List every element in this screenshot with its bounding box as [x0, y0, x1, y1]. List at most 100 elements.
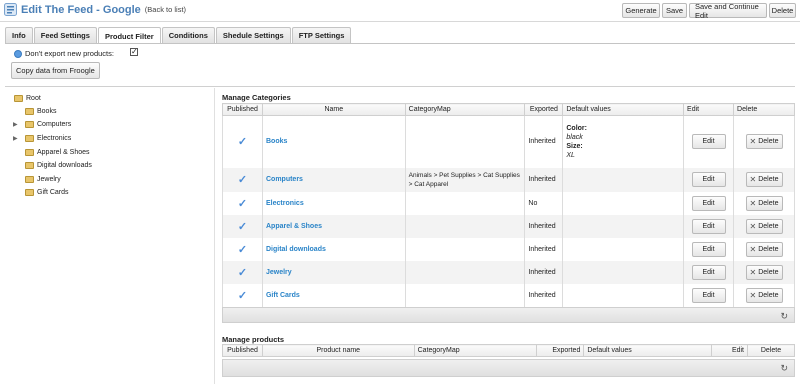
close-icon: ✕: [749, 244, 757, 254]
edit-button[interactable]: Edit: [691, 195, 726, 211]
delete-button[interactable]: ✕ Delete: [745, 134, 783, 150]
delete-cell: ✕ Delete: [733, 191, 795, 215]
exported-cell: No: [524, 191, 564, 215]
col-default-values[interactable]: Default values: [562, 103, 685, 116]
copy-from-froogle-button[interactable]: Copy data from Froogle: [11, 62, 100, 79]
table-row: ✓ Jewelry Inherited Edit ✕ Delete: [222, 260, 795, 284]
category-map-cell: Animals > Pet Supplies > Cat Supplies > …: [404, 167, 526, 192]
category-name-link[interactable]: Books: [261, 115, 406, 168]
edit-cell: Edit: [683, 191, 735, 215]
dont-export-checkbox[interactable]: ✓: [130, 48, 138, 56]
delete-button[interactable]: ✕ Delete: [745, 218, 783, 234]
category-name-link[interactable]: Electronics: [261, 191, 406, 215]
save-and-continue-button[interactable]: Save and Continue Edit: [689, 2, 767, 20]
table-row: ✓ Computers Animals > Pet Supplies > Cat…: [222, 167, 795, 192]
delete-button[interactable]: ✕ Delete: [745, 241, 783, 257]
tree-root[interactable]: Root: [14, 95, 41, 102]
tab-conditions[interactable]: Conditions: [161, 27, 215, 43]
category-name-link[interactable]: Digital downloads: [261, 237, 406, 261]
delete-button[interactable]: ✕ Delete: [745, 172, 783, 187]
table-row: ✓ Digital downloads Inherited Edit ✕ Dele…: [222, 237, 795, 261]
col-default-values[interactable]: Default values: [583, 344, 713, 357]
delete-cell: ✕ Delete: [733, 214, 795, 238]
category-name-link[interactable]: Computers: [261, 167, 406, 192]
tree-root-label: Root: [26, 95, 41, 102]
folder-icon: [25, 108, 34, 115]
delete-button[interactable]: ✕ Delete: [745, 195, 783, 211]
default-values-cell: [562, 214, 685, 238]
expand-arrow-icon[interactable]: ▶: [13, 121, 18, 128]
published-check-icon[interactable]: ✓: [222, 167, 263, 192]
category-name-link[interactable]: Gift Cards: [261, 283, 406, 308]
page-header: Edit The Feed - Google (Back to list) Ge…: [0, 0, 800, 22]
published-check-icon[interactable]: ✓: [222, 260, 263, 284]
save-button[interactable]: Save: [662, 3, 687, 18]
delete-label: Delete: [758, 292, 779, 299]
col-published[interactable]: Published: [222, 103, 263, 116]
refresh-icon[interactable]: ↻: [780, 311, 788, 322]
tree-item-electronics[interactable]: ▶ Electronics: [13, 135, 72, 142]
edit-button[interactable]: Edit: [691, 264, 726, 280]
tab-shedule-settings[interactable]: Shedule Settings: [215, 27, 291, 43]
col-published[interactable]: Published: [222, 344, 263, 357]
edit-button[interactable]: Edit: [691, 218, 726, 234]
table-row: ✓ Gift Cards Inherited Edit ✕ Delete: [222, 283, 795, 308]
delete-cell: ✕ Delete: [733, 115, 795, 168]
close-icon: ✕: [749, 291, 757, 300]
col-product-name[interactable]: Product name: [261, 344, 415, 357]
edit-button[interactable]: Edit: [691, 288, 726, 303]
dv-size-value: XL: [566, 151, 575, 159]
published-check-icon[interactable]: ✓: [222, 283, 263, 308]
exported-cell: Inherited: [524, 214, 564, 238]
delete-button[interactable]: ✕ Delete: [745, 288, 783, 303]
tree-item-books[interactable]: Books: [25, 108, 56, 115]
published-check-icon[interactable]: ✓: [222, 115, 263, 168]
dont-export-option: Don't export new products:: [14, 49, 114, 58]
published-check-icon[interactable]: ✓: [222, 191, 263, 215]
exported-cell: Inherited: [524, 237, 564, 261]
category-name-link[interactable]: Apparel & Shoes: [261, 214, 406, 238]
delete-label: Delete: [758, 199, 779, 207]
col-name[interactable]: Name: [261, 103, 406, 116]
folder-icon: [14, 95, 23, 102]
tree-item-apparel[interactable]: Apparel & Shoes: [25, 149, 90, 156]
tab-feed-settings[interactable]: Feed Settings: [33, 27, 97, 43]
delete-feed-button[interactable]: Delete: [769, 3, 796, 18]
col-delete: Delete: [747, 344, 795, 357]
default-values-cell: [562, 167, 685, 192]
col-categorymap[interactable]: CategoryMap: [413, 344, 538, 357]
col-delete: Delete: [733, 103, 795, 116]
col-edit: Edit: [711, 344, 748, 357]
tab-ftp-settings[interactable]: FTP Settings: [291, 27, 352, 43]
edit-button[interactable]: Edit: [691, 241, 726, 257]
tab-product-filter[interactable]: Product Filter: [97, 27, 161, 44]
col-exported[interactable]: Exported: [536, 344, 585, 357]
tree-item-label: Computers: [37, 121, 72, 128]
tree-item-computers[interactable]: ▶ Computers: [13, 121, 72, 128]
category-map-cell: [404, 237, 526, 261]
edit-button[interactable]: Edit: [691, 172, 726, 187]
col-exported[interactable]: Exported: [524, 103, 564, 116]
tree-item-jewelry[interactable]: Jewelry: [25, 176, 61, 183]
published-check-icon[interactable]: ✓: [222, 237, 263, 261]
tree-item-label: Digital downloads: [37, 162, 92, 169]
generate-button[interactable]: Generate: [622, 3, 660, 18]
delete-label: Delete: [758, 176, 779, 183]
category-name-link[interactable]: Jewelry: [261, 260, 406, 284]
table-row: ✓ Books Inherited Color: black Size: XL Edi…: [222, 115, 795, 168]
folder-icon: [25, 189, 34, 196]
delete-button[interactable]: ✕ Delete: [745, 264, 783, 280]
tree-item-label: Electronics: [37, 135, 72, 142]
edit-cell: Edit: [683, 167, 735, 192]
back-to-list-link[interactable]: (Back to list): [145, 5, 186, 14]
tree-item-digital[interactable]: Digital downloads: [25, 162, 92, 169]
tree-item-giftcards[interactable]: Gift Cards: [25, 189, 69, 196]
expand-arrow-icon[interactable]: ▶: [13, 135, 18, 142]
published-check-icon[interactable]: ✓: [222, 214, 263, 238]
edit-button[interactable]: Edit: [691, 134, 726, 150]
table-row: ✓ Apparel & Shoes Inherited Edit ✕ Delete: [222, 214, 795, 238]
col-categorymap[interactable]: CategoryMap: [404, 103, 526, 116]
tab-info[interactable]: Info: [5, 27, 33, 43]
refresh-icon[interactable]: ↻: [780, 363, 788, 374]
exported-cell: Inherited: [524, 260, 564, 284]
